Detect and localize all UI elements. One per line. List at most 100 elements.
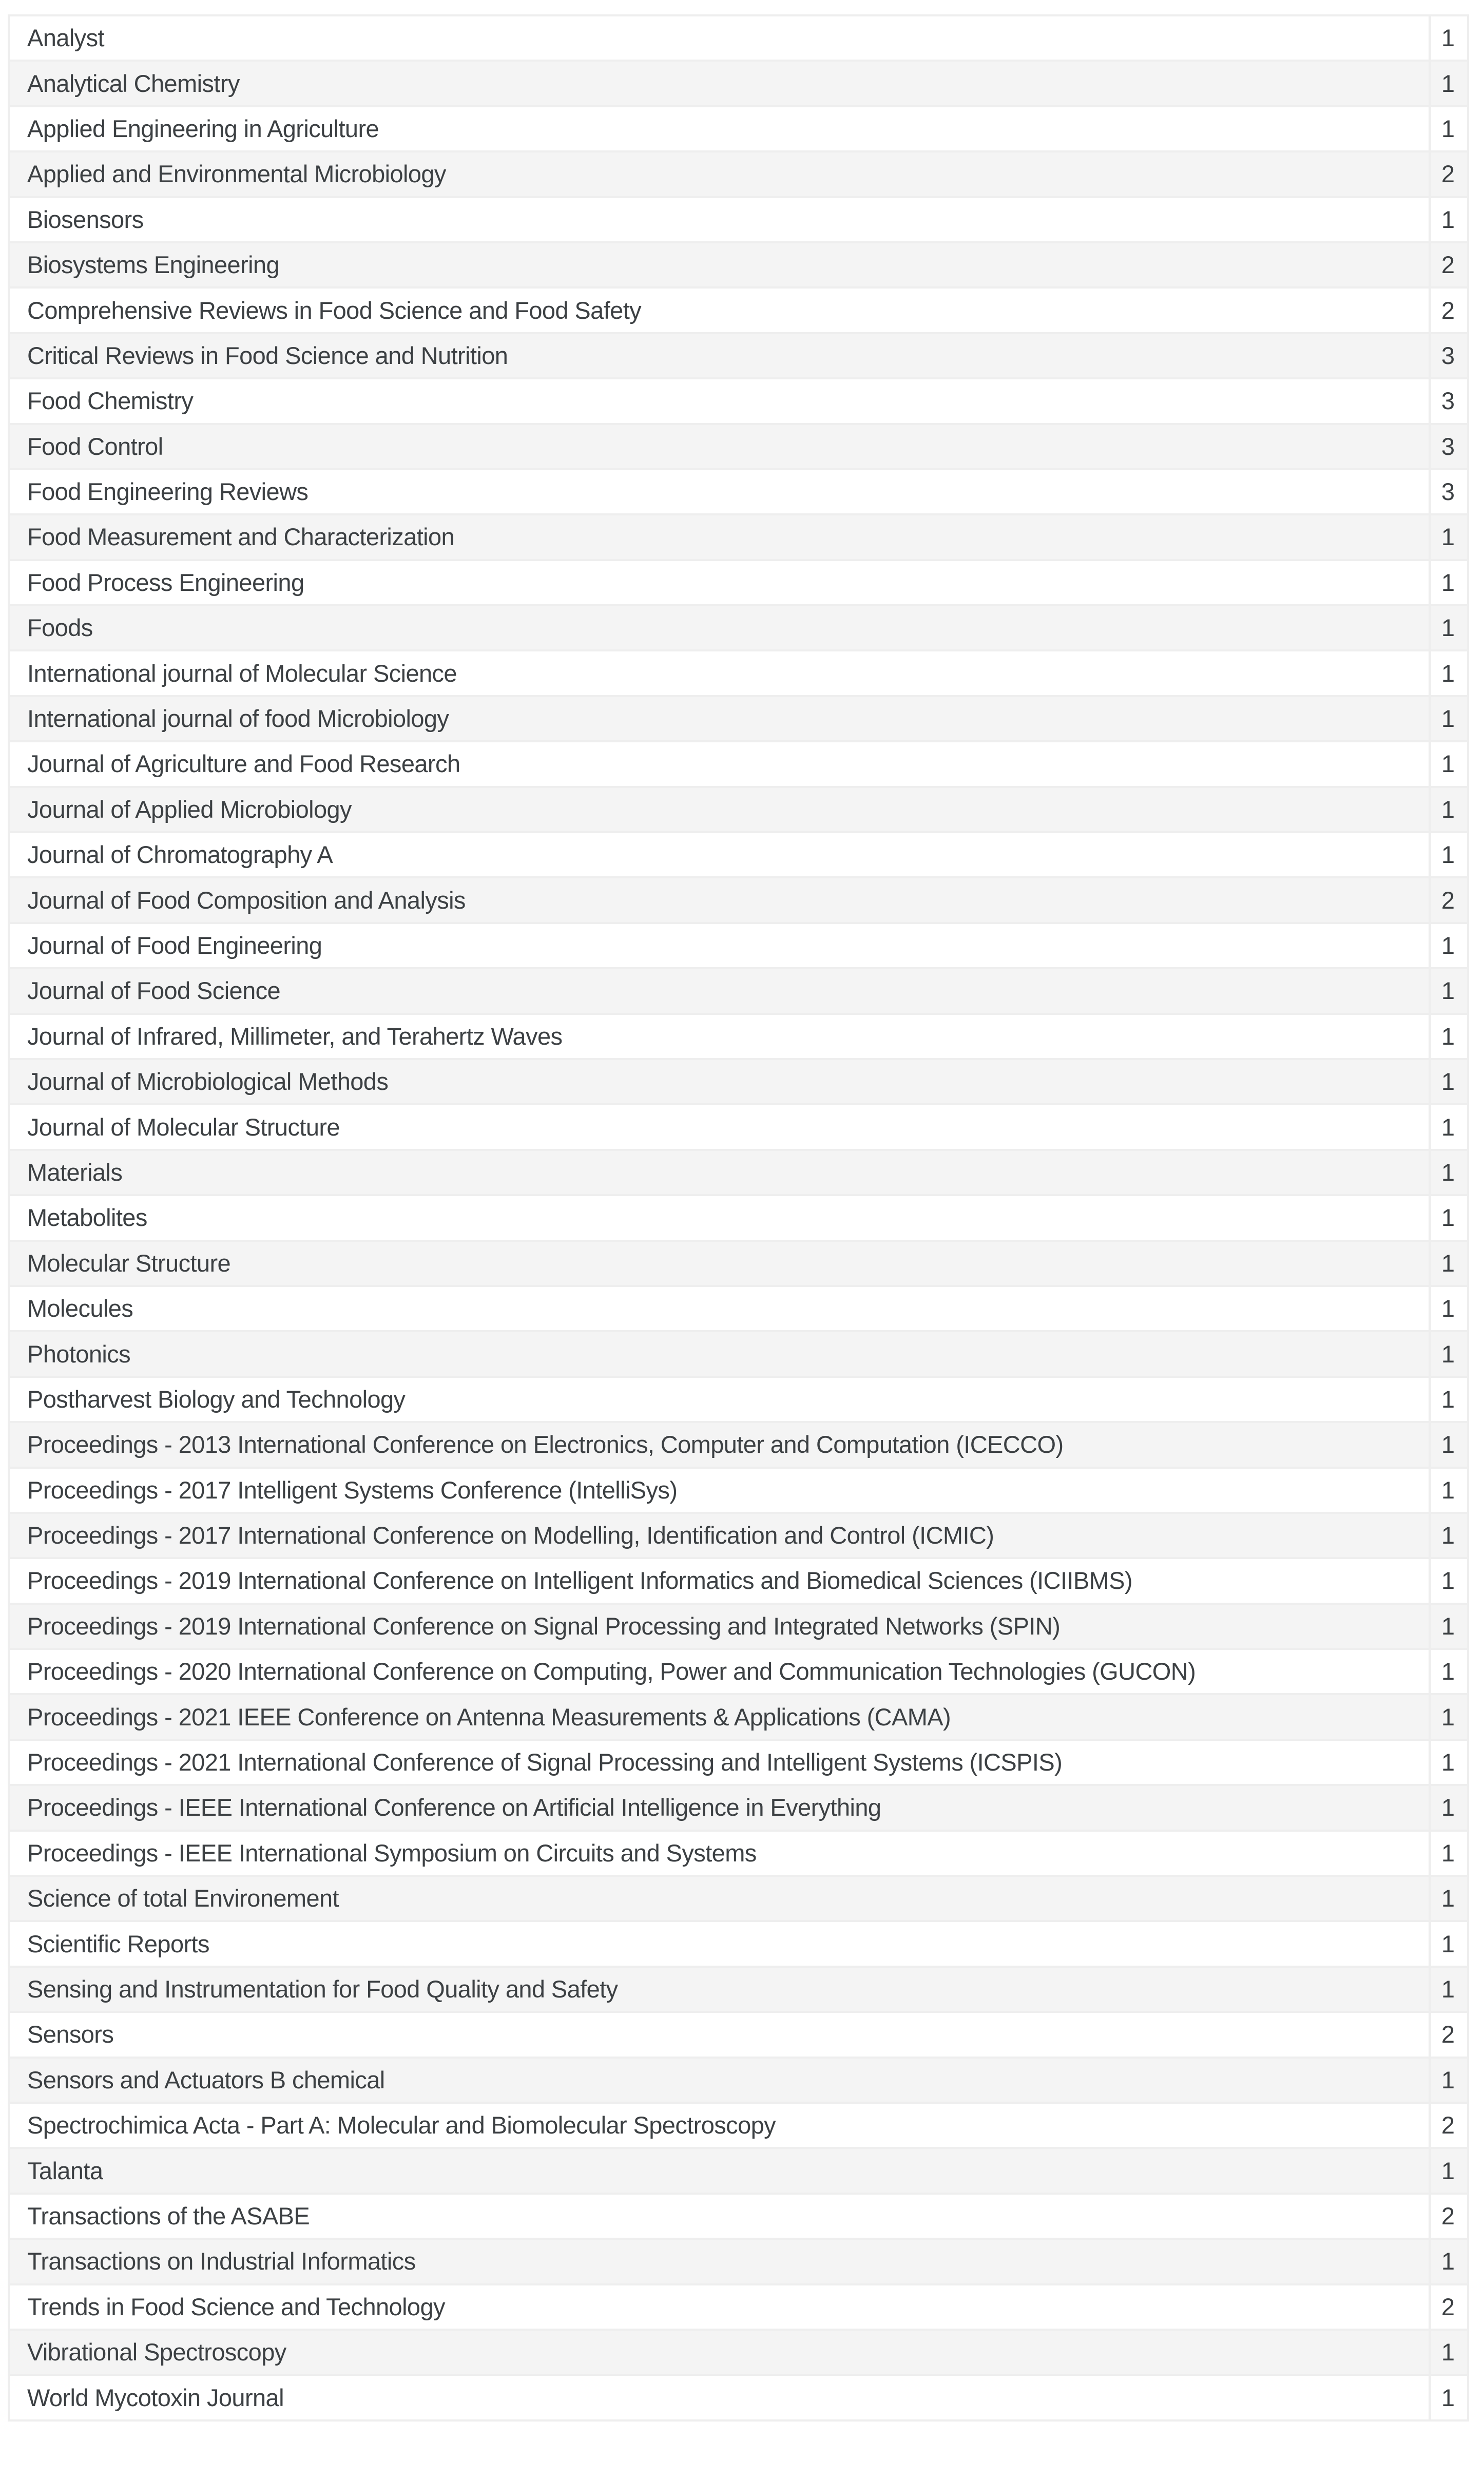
journal-name-cell: International journal of food Microbiolo…	[9, 695, 1430, 743]
publication-count-cell: 1	[1428, 1012, 1468, 1060]
journal-name-cell: Analyst	[9, 14, 1430, 62]
table-row: Comprehensive Reviews in Food Science an…	[9, 286, 1468, 334]
table-row: World Mycotoxin Journal 1	[9, 2374, 1468, 2422]
table-body: Analyst 1 Analytical Chemistry 1 Applied Eng…	[9, 14, 1468, 2422]
journal-name-cell: Proceedings - 2020 International Confere…	[9, 1648, 1430, 1696]
journal-count-table: Analyst 1 Analytical Chemistry 1 Applied Eng…	[8, 14, 1469, 2422]
table-row: Metabolites 1	[9, 1194, 1468, 1242]
journal-name-cell: Proceedings - 2013 International Confere…	[9, 1421, 1430, 1469]
table-row: Analytical Chemistry 1	[9, 60, 1468, 107]
table-row: Molecules 1	[9, 1284, 1468, 1333]
table-row: Transactions of the ASABE 2	[9, 2192, 1468, 2240]
publication-count-cell: 2	[1428, 2283, 1468, 2331]
journal-name-cell: Transactions on Industrial Informatics	[9, 2238, 1430, 2285]
publication-count-cell: 1	[1428, 1965, 1468, 2013]
publication-count-cell: 1	[1428, 14, 1468, 62]
publication-count-cell: 1	[1428, 831, 1468, 879]
journal-name-cell: Journal of Microbiological Methods	[9, 1058, 1430, 1106]
journal-name-cell: Journal of Chromatography A	[9, 831, 1430, 879]
journal-name-cell: Biosensors	[9, 196, 1430, 243]
publication-count-cell: 1	[1428, 105, 1468, 153]
journal-name-cell: Trends in Food Science and Technology	[9, 2283, 1430, 2331]
publication-count-cell: 2	[1428, 2011, 1468, 2059]
table-row: Proceedings - 2020 International Confere…	[9, 1648, 1468, 1696]
publication-count-cell: 1	[1428, 2328, 1468, 2376]
table-row: Vibrational Spectroscopy 1	[9, 2328, 1468, 2376]
table-row: Food Chemistry 3	[9, 377, 1468, 425]
publication-count-cell: 2	[1428, 2192, 1468, 2240]
table-row: Journal of Chromatography A1	[9, 831, 1468, 879]
table-row: International journal of food Microbiolo…	[9, 695, 1468, 743]
journal-name-cell: Critical Reviews in Food Science and Nut…	[9, 332, 1430, 380]
table-row: Proceedings - IEEE International Symposi…	[9, 1829, 1468, 1877]
journal-name-cell: Proceedings - IEEE International Symposi…	[9, 1829, 1430, 1877]
table-row: Proceedings - IEEE International Confere…	[9, 1784, 1468, 1832]
journal-name-cell: Food Control	[9, 422, 1430, 470]
table-row: Sensors and Actuators B chemical 1	[9, 2056, 1468, 2104]
publication-count-cell: 1	[1428, 196, 1468, 243]
journal-name-cell: Journal of Food Composition and Analysis	[9, 876, 1430, 924]
journal-name-cell: Metabolites	[9, 1194, 1430, 1242]
publication-count-cell: 1	[1428, 1920, 1468, 1968]
publication-count-cell: 1	[1428, 1466, 1468, 1514]
publication-count-cell: 1	[1428, 1058, 1468, 1106]
table-row: Proceedings - 2017 International Confere…	[9, 1511, 1468, 1560]
journal-name-cell: Sensors and Actuators B chemical	[9, 2056, 1430, 2104]
table-row: Talanta 1	[9, 2147, 1468, 2195]
table-row: Applied and Environmental Microbiology 2	[9, 150, 1468, 198]
publication-count-cell: 1	[1428, 1375, 1468, 1424]
table-row: Journal of Microbiological Methods 1	[9, 1058, 1468, 1106]
table-row: Applied Engineering in Agriculture 1	[9, 105, 1468, 153]
table-row: Proceedings - 2017 Intelligent Systems C…	[9, 1466, 1468, 1514]
journal-name-cell: Proceedings - 2019 International Confere…	[9, 1602, 1430, 1650]
table-row: International journal of Molecular Scien…	[9, 649, 1468, 697]
journal-name-cell: Applied and Environmental Microbiology	[9, 150, 1430, 198]
publication-count-cell: 1	[1428, 2056, 1468, 2104]
journal-name-cell: Food Measurement and Characterization	[9, 513, 1430, 561]
journal-name-cell: Talanta	[9, 2147, 1430, 2195]
table-row: Science of total Environement 1	[9, 1875, 1468, 1923]
publication-count-cell: 1	[1428, 1602, 1468, 1650]
table-row: Foods 1	[9, 604, 1468, 652]
publication-count-cell: 3	[1428, 332, 1468, 380]
table-row: Proceedings - 2019 International Confere…	[9, 1557, 1468, 1605]
journal-name-cell: Journal of Food Engineering	[9, 921, 1430, 970]
table-row: Photonics 1	[9, 1330, 1468, 1378]
journal-name-cell: Journal of Molecular Structure	[9, 1103, 1430, 1151]
journal-name-cell: Materials	[9, 1148, 1430, 1197]
journal-name-cell: Sensing and Instrumentation for Food Qua…	[9, 1965, 1430, 2013]
journal-name-cell: Sensors	[9, 2011, 1430, 2059]
journal-name-cell: Proceedings - 2021 International Confere…	[9, 1738, 1430, 1786]
journal-name-cell: Photonics	[9, 1330, 1430, 1378]
publication-count-cell: 1	[1428, 1784, 1468, 1832]
table-row: Molecular Structure 1	[9, 1239, 1468, 1287]
journal-name-cell: Food Engineering Reviews	[9, 468, 1430, 516]
publication-count-cell: 1	[1428, 1284, 1468, 1333]
table-row: Transactions on Industrial Informatics 1	[9, 2238, 1468, 2285]
publication-count-cell: 1	[1428, 1103, 1468, 1151]
publication-count-cell: 1	[1428, 1194, 1468, 1242]
publication-count-cell: 1	[1428, 649, 1468, 697]
table-row: Food Process Engineering 1	[9, 559, 1468, 607]
table-row: Proceedings - 2021 IEEE Conference on An…	[9, 1693, 1468, 1741]
publication-count-cell: 1	[1428, 513, 1468, 561]
publication-count-cell: 3	[1428, 377, 1468, 425]
journal-name-cell: Spectrochimica Acta - Part A: Molecular …	[9, 2101, 1430, 2149]
journal-name-cell: Postharvest Biology and Technology	[9, 1375, 1430, 1424]
table-row: Food Measurement and Characterization 1	[9, 513, 1468, 561]
publication-count-cell: 1	[1428, 1421, 1468, 1469]
journal-name-cell: Proceedings - IEEE International Confere…	[9, 1784, 1430, 1832]
table-row: Analyst 1	[9, 14, 1468, 62]
journal-name-cell: Journal of Agriculture and Food Research	[9, 740, 1430, 788]
table-row: Journal of Infrared, Millimeter, and Ter…	[9, 1012, 1468, 1060]
journal-name-cell: Foods	[9, 604, 1430, 652]
journal-name-cell: Journal of Food Science	[9, 967, 1430, 1015]
publication-count-cell: 1	[1428, 1693, 1468, 1741]
publication-count-cell: 1	[1428, 785, 1468, 834]
publication-count-cell: 1	[1428, 921, 1468, 970]
table-row: Scientific Reports 1	[9, 1920, 1468, 1968]
publication-count-cell: 1	[1428, 604, 1468, 652]
journal-name-cell: Proceedings - 2021 IEEE Conference on An…	[9, 1693, 1430, 1741]
publication-count-cell: 1	[1428, 1511, 1468, 1560]
publication-count-cell: 2	[1428, 241, 1468, 289]
